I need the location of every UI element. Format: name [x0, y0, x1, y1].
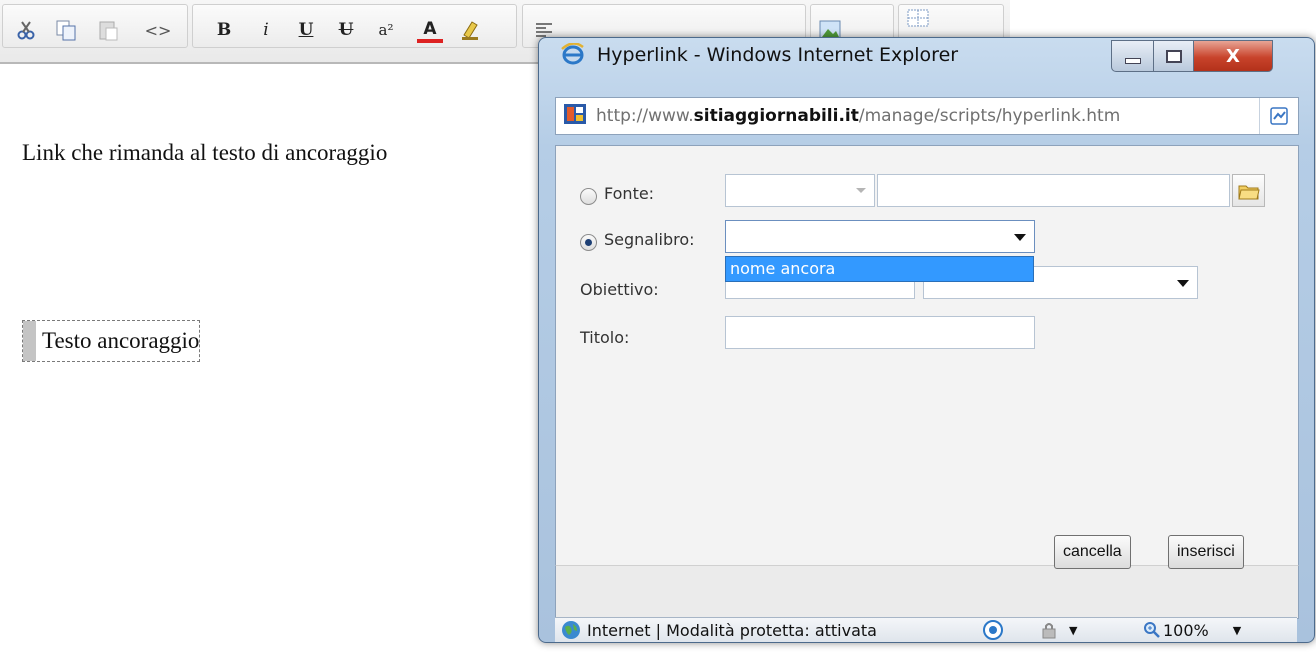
segnalibro-select[interactable] — [725, 220, 1035, 253]
chevron-down-icon — [856, 188, 866, 193]
fonte-url-input[interactable] — [877, 174, 1230, 207]
protected-mode-indicator[interactable]: ▼ — [1039, 618, 1077, 642]
underline-icon[interactable]: U — [293, 17, 319, 43]
zoom-level: 100% — [1163, 620, 1209, 640]
table-icon[interactable] — [905, 5, 931, 31]
source-icon[interactable]: <> — [145, 17, 172, 43]
segnalibro-label: Segnalibro: — [604, 230, 695, 249]
globe-icon — [562, 621, 580, 639]
maximize-button[interactable] — [1153, 40, 1195, 72]
privacy-icon — [983, 620, 1003, 640]
zoom-control[interactable]: 100% ▼ — [1143, 618, 1241, 642]
folder-icon — [1237, 185, 1260, 199]
insert-button[interactable]: inserisci — [1168, 535, 1244, 569]
superscript-icon[interactable]: a² — [373, 17, 399, 43]
site-favicon-icon — [564, 104, 586, 128]
italic-icon[interactable]: i — [253, 17, 279, 43]
anchor-marker — [23, 321, 36, 361]
copy-icon[interactable] — [53, 17, 79, 43]
editor-paragraph[interactable]: Link che rimanda al testo di ancoraggio — [22, 140, 387, 166]
address-url: http://www.sitiaggiornabili.it/manage/sc… — [596, 106, 1120, 126]
strikethrough-icon[interactable]: U — [333, 17, 359, 43]
url-path: /manage/scripts/hyperlink.htm — [858, 106, 1121, 126]
close-icon: X — [1226, 45, 1240, 67]
chevron-down-icon — [1177, 280, 1189, 287]
minimize-button[interactable] — [1111, 40, 1155, 72]
privacy-indicator[interactable] — [983, 618, 1003, 642]
compatibility-icon[interactable] — [1269, 106, 1289, 130]
titolo-label: Titolo: — [580, 328, 630, 347]
highlight-icon[interactable] — [457, 17, 483, 43]
url-domain: sitiaggiornabili.it — [693, 106, 859, 126]
segnalibro-dropdown-option[interactable]: nome ancora — [725, 256, 1034, 282]
ie-logo-icon — [561, 42, 585, 69]
chevron-down-icon — [1014, 234, 1026, 241]
hyperlink-dialog-window: Hyperlink - Windows Internet Explorer X … — [538, 37, 1315, 643]
chevron-down-icon: ▼ — [1232, 623, 1242, 637]
font-color-icon[interactable]: A — [417, 19, 443, 43]
minimize-icon — [1125, 58, 1141, 64]
address-separator — [1259, 98, 1260, 134]
close-button[interactable]: X — [1193, 40, 1273, 72]
titolo-input[interactable] — [725, 316, 1035, 349]
dialog-content: Fonte: Segnalibro: Obiettivo: Titolo: no… — [555, 145, 1299, 566]
cancel-button[interactable]: cancella — [1054, 535, 1131, 569]
paste-icon[interactable] — [95, 17, 121, 43]
zone-text: Internet | Modalità protetta: attivata — [587, 620, 877, 640]
bold-icon[interactable]: B — [211, 17, 237, 43]
segnalibro-radio[interactable] — [580, 234, 597, 251]
dialog-footer — [555, 565, 1299, 619]
zoom-icon — [1144, 622, 1160, 638]
security-zone[interactable]: Internet | Modalità protetta: attivata — [561, 618, 877, 642]
anchor-text: Testo ancoraggio — [42, 328, 200, 353]
maximize-icon — [1166, 49, 1182, 63]
lock-icon — [1042, 623, 1056, 639]
fonte-radio[interactable] — [580, 188, 597, 205]
toolbar-group-clipboard: <> — [2, 4, 188, 48]
toolbar-group-format: B i U U a² A — [192, 4, 517, 48]
status-bar: Internet | Modalità protetta: attivata ▼… — [555, 617, 1297, 642]
browse-button[interactable] — [1232, 174, 1265, 207]
obiettivo-label: Obiettivo: — [580, 280, 659, 299]
chevron-down-icon: ▼ — [1069, 623, 1078, 637]
cut-icon[interactable] — [13, 17, 39, 43]
url-prefix: http://www. — [596, 106, 694, 126]
fonte-protocol-select[interactable] — [725, 174, 875, 207]
address-bar[interactable]: http://www.sitiaggiornabili.it/manage/sc… — [555, 97, 1299, 135]
fonte-label: Fonte: — [604, 184, 655, 203]
anchor-element[interactable]: Testo ancoraggio — [22, 320, 201, 362]
window-title: Hyperlink - Windows Internet Explorer — [597, 44, 959, 66]
